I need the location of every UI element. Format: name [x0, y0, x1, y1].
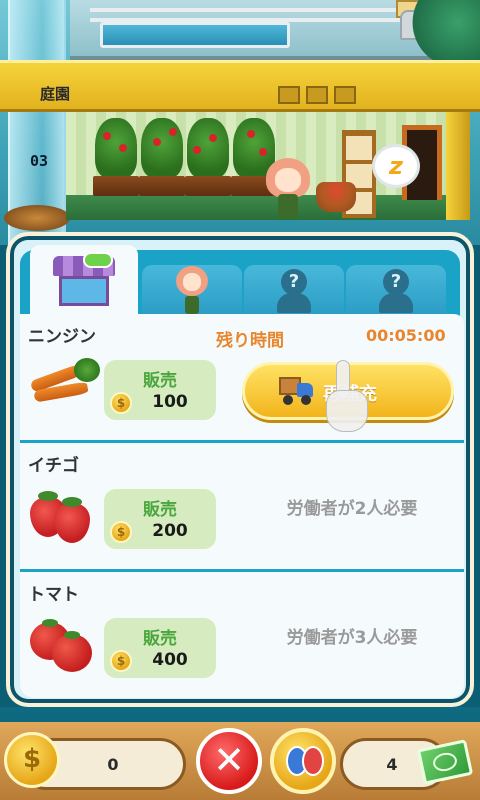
tomato-icon	[30, 616, 100, 674]
tab-bar: ? ?	[20, 245, 460, 317]
tomato-plant	[185, 118, 231, 198]
truck-icon	[279, 377, 315, 405]
room-floor	[66, 195, 446, 220]
strawberry-icon	[30, 487, 100, 545]
coin-icon: $	[110, 521, 132, 543]
timer-label: 残り時間	[216, 331, 284, 351]
tab-locked-1[interactable]: ?	[244, 265, 344, 317]
worker-icon	[174, 266, 210, 316]
plant-row	[93, 118, 277, 198]
item-name: トマト	[28, 585, 79, 605]
carrot-icon	[29, 358, 100, 416]
product-list: ニンジン 販売 $ 100 残り時間 00:05:00 再補充 イチゴ 販売	[20, 314, 464, 698]
tab-worker[interactable]	[142, 265, 242, 317]
room-wall	[446, 112, 470, 220]
elevator-base	[4, 205, 70, 231]
sell-button[interactable]: 販売 $ 200	[104, 489, 216, 549]
floor-band	[0, 60, 480, 112]
worker-character[interactable]	[262, 158, 314, 220]
floor-title: 庭園	[40, 85, 71, 103]
list-item-strawberry: イチゴ 販売 $ 200 労働者が2人必要	[20, 443, 464, 571]
tomato-plant	[139, 118, 185, 198]
floor-counter: 03	[30, 152, 49, 170]
rooftop-pool	[100, 22, 290, 48]
sell-label: 販売	[143, 500, 177, 520]
list-item-tomato: トマト 販売 $ 400 労働者が3人必要	[20, 572, 464, 700]
building-scene: z	[0, 0, 480, 245]
requirement-text: 労働者が2人必要	[286, 499, 418, 519]
item-name: イチゴ	[28, 456, 79, 476]
tab-shop[interactable]	[30, 245, 138, 317]
sell-label: 販売	[143, 629, 177, 649]
floor-windows	[278, 86, 356, 104]
locked-silhouette-icon: ?	[277, 269, 311, 313]
item-name: ニンジン	[28, 327, 96, 347]
produce-basket	[316, 182, 356, 212]
shop-icon	[49, 252, 119, 310]
sell-price: 400	[152, 650, 188, 670]
sell-button[interactable]: 販売 $ 100	[104, 360, 216, 420]
sell-button[interactable]: 販売 $ 400	[104, 618, 216, 678]
coin-icon: $	[4, 732, 60, 788]
close-icon[interactable]: ✕	[196, 728, 262, 794]
sell-price: 200	[152, 521, 188, 541]
tomato-plant	[93, 118, 139, 198]
locked-silhouette-icon: ?	[379, 269, 413, 313]
sell-label: 販売	[143, 371, 177, 391]
zzz-icon[interactable]: z	[372, 144, 420, 188]
requirement-text: 労働者が3人必要	[286, 628, 418, 648]
coin-count: 0	[107, 755, 119, 774]
sell-price: 100	[152, 392, 188, 412]
coin-icon: $	[110, 650, 132, 672]
list-item-carrot: ニンジン 販売 $ 100 残り時間 00:05:00 再補充	[20, 314, 464, 442]
coin-icon: $	[110, 392, 132, 414]
tab-locked-2[interactable]: ?	[346, 265, 446, 317]
tutorial-hand-icon	[322, 360, 370, 434]
timer-value: 00:05:00	[366, 326, 446, 345]
friends-icon[interactable]	[270, 728, 336, 794]
